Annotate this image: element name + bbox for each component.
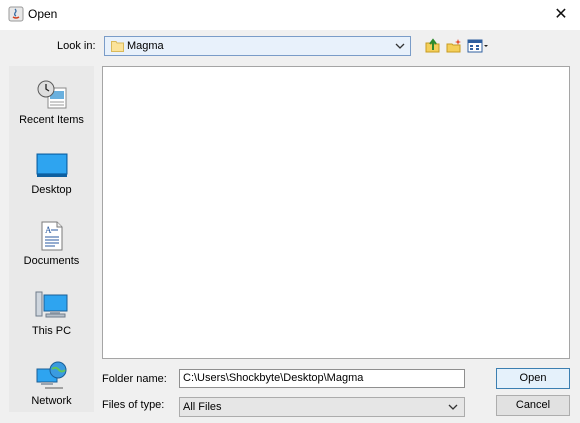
recent-items-icon [37,80,66,109]
window-title: Open [28,7,58,21]
look-in-dropdown[interactable]: Magma [104,36,411,56]
cancel-button[interactable]: Cancel [496,395,570,416]
folder-name-label: Folder name: [102,373,167,385]
shortcut-label: Documents [23,255,80,267]
svg-text:A: A [45,225,52,235]
create-new-folder-button[interactable] [444,36,464,56]
look-in-label: Look in: [57,40,96,52]
folder-name-input[interactable]: C:\Users\Shockbyte\Desktop\Magma [179,369,465,388]
title-bar: Open ✕ [0,0,580,30]
shortcut-label: This PC [31,325,72,337]
shortcut-label: Desktop [31,184,72,196]
up-folder-icon [425,38,440,53]
file-list[interactable] [102,66,570,359]
files-of-type-label: Files of type: [102,399,165,411]
list-view-icon [467,39,488,53]
shortcut-label: Recent Items [19,114,84,126]
files-of-type-value: All Files [183,401,222,413]
chevron-down-icon [447,401,459,416]
chevron-down-icon [394,40,406,55]
shortcuts-panel: Recent Items Desktop A Documents This PC… [9,66,94,412]
this-pc-icon [35,291,67,318]
desktop-icon [36,153,67,177]
open-button[interactable]: Open [496,368,570,389]
network-icon [36,361,66,389]
shortcut-network[interactable]: Network [9,361,94,423]
look-in-value: Magma [127,40,164,52]
java-app-icon [8,6,24,22]
close-button[interactable]: ✕ [550,4,572,26]
up-one-level-button[interactable] [423,36,443,56]
shortcut-recent-items[interactable]: Recent Items [9,80,94,142]
new-folder-icon [446,39,461,53]
shortcut-label: Network [31,395,72,407]
files-of-type-dropdown[interactable]: All Files [179,397,465,417]
shortcut-this-pc[interactable]: This PC [9,291,94,353]
folder-icon [111,40,124,55]
documents-icon: A [41,221,62,251]
shortcut-desktop[interactable]: Desktop [9,152,94,214]
shortcut-documents[interactable]: A Documents [9,221,94,283]
view-menu-button[interactable] [465,36,489,56]
